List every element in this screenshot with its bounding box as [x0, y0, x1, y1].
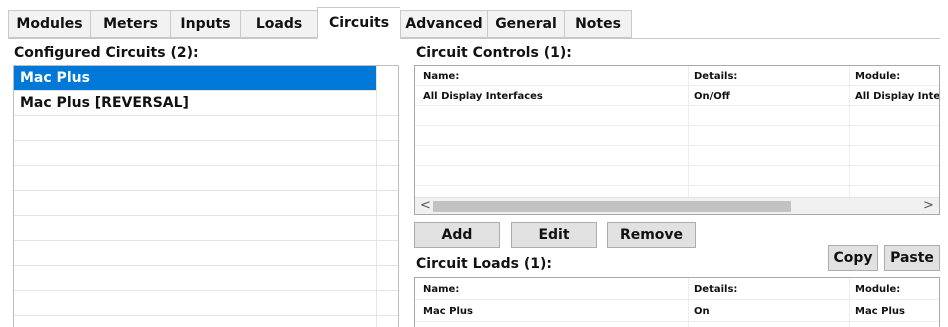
list-item-empty	[14, 191, 398, 216]
cell-details: On/Off	[694, 91, 730, 102]
table-row-empty	[415, 126, 939, 146]
circuit-controls-title: Circuit Controls (1):	[416, 45, 572, 61]
column-header-details[interactable]: Details:	[694, 284, 737, 295]
table-row[interactable]: Mac Plus On Mac Plus	[415, 300, 939, 322]
cell-name: All Display Interfaces	[423, 91, 543, 102]
cell-module: Mac Plus	[855, 306, 905, 317]
edit-button[interactable]: Edit	[511, 222, 597, 248]
tab-meters[interactable]: Meters	[90, 10, 170, 38]
list-item-empty	[14, 166, 398, 191]
scroll-right-icon[interactable]: >	[920, 198, 937, 214]
list-item-empty	[14, 266, 398, 291]
copy-button[interactable]: Copy	[828, 245, 878, 271]
tab-modules[interactable]: Modules	[8, 10, 90, 38]
horizontal-scrollbar[interactable]: < >	[415, 197, 939, 214]
tab-notes[interactable]: Notes	[564, 10, 632, 38]
tab-inputs[interactable]: Inputs	[170, 10, 240, 38]
circuit-controls-grid[interactable]: Name: Details: Module: All Display Inter…	[414, 65, 940, 215]
list-item-empty	[14, 141, 398, 166]
add-button[interactable]: Add	[414, 222, 500, 248]
list-item-empty	[14, 291, 398, 316]
column-header-name[interactable]: Name:	[423, 71, 459, 82]
cell-details: On	[694, 306, 710, 317]
configured-circuits-list[interactable]: Mac Plus Mac Plus [REVERSAL]	[13, 65, 399, 327]
scroll-left-icon[interactable]: <	[417, 198, 434, 214]
column-header-details[interactable]: Details:	[694, 71, 737, 82]
paste-button[interactable]: Paste	[884, 245, 940, 271]
grid-header-row: Name: Details: Module:	[415, 66, 939, 86]
table-row-empty	[415, 106, 939, 126]
column-header-name[interactable]: Name:	[423, 284, 459, 295]
list-item-empty	[14, 116, 398, 141]
tab-advanced[interactable]: Advanced	[400, 10, 487, 38]
list-item-empty	[14, 316, 398, 327]
configured-circuits-title: Configured Circuits (2):	[14, 45, 199, 61]
table-row-empty	[415, 146, 939, 166]
cell-module: All Display Interfaces	[855, 91, 940, 102]
tab-strip: Modules Meters Inputs Loads Circuits Adv…	[8, 7, 632, 39]
circuit-loads-grid[interactable]: Name: Details: Module: Mac Plus On Mac P…	[414, 277, 940, 327]
scrollbar-thumb[interactable]	[433, 201, 791, 212]
column-header-module[interactable]: Module:	[855, 71, 939, 82]
table-row[interactable]: All Display Interfaces On/Off All Displa…	[415, 86, 939, 106]
table-row-empty	[415, 166, 939, 186]
cell-name: Mac Plus	[423, 306, 473, 317]
tab-strip-baseline	[8, 38, 940, 39]
tab-general[interactable]: General	[487, 10, 564, 38]
tab-loads[interactable]: Loads	[240, 10, 317, 38]
remove-button[interactable]: Remove	[607, 222, 696, 248]
list-item-selected[interactable]: Mac Plus	[14, 66, 376, 91]
tab-circuits[interactable]: Circuits	[317, 7, 400, 39]
list-item-empty	[14, 241, 398, 266]
list-item-empty	[14, 216, 398, 241]
list-item[interactable]: Mac Plus [REVERSAL]	[14, 91, 398, 116]
column-header-module[interactable]: Module:	[855, 284, 900, 295]
grid-header-row: Name: Details: Module:	[415, 278, 939, 300]
circuit-loads-title: Circuit Loads (1):	[416, 256, 552, 272]
